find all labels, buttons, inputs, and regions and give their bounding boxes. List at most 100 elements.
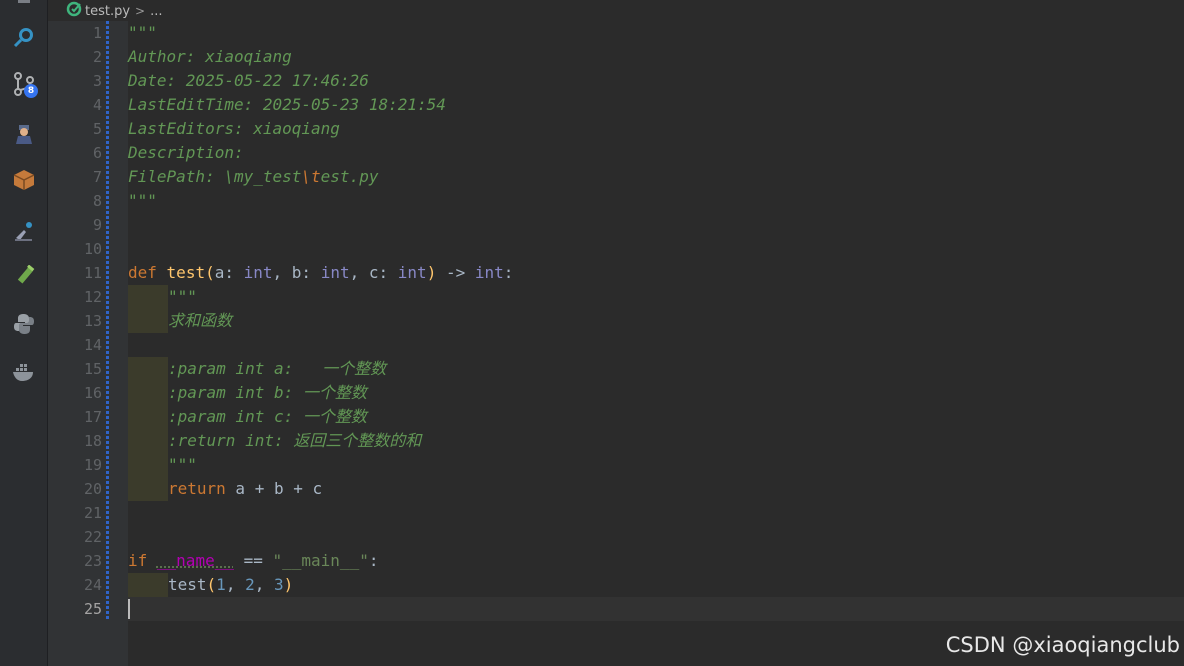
line-number: 7 [92, 168, 102, 186]
return-type: int [474, 263, 504, 282]
code-line-3[interactable]: Date: 2025-05-22 17:46:26 [128, 69, 369, 93]
vcs-change-marker[interactable] [106, 21, 109, 621]
paren-open: ( [206, 575, 217, 594]
function-name: test [166, 263, 206, 282]
paren-open: ( [205, 263, 215, 282]
arg-number: 3 [273, 575, 284, 594]
editor-tab-bar [48, 0, 1184, 21]
docstring-quote: """ [168, 287, 197, 306]
indent-guide [128, 429, 168, 453]
doc-filepath-escape: \t [301, 167, 321, 186]
doc-summary: 求和函数 [168, 311, 233, 330]
indent-guide [128, 453, 168, 477]
file-status-icon [66, 1, 82, 21]
comma: , [225, 575, 246, 594]
code-line-12[interactable]: """ [168, 285, 197, 309]
indent-guide [128, 357, 168, 381]
param-b: , b: [272, 263, 321, 282]
code-line-4[interactable]: LastEditTime: 2025-05-23 18:21:54 [128, 93, 446, 117]
top-partial-icon[interactable] [12, 0, 36, 4]
indent-guide [128, 381, 168, 405]
activity-bar: 8 [0, 0, 48, 666]
user-icon[interactable] [12, 122, 36, 146]
git-changes-badge: 8 [24, 84, 38, 98]
doc-last-editors: LastEditors: xiaoqiang [128, 119, 340, 138]
code-line-1[interactable]: """ [128, 21, 157, 45]
doc-param-b: :param int b: 一个整数 [168, 383, 367, 402]
line-number: 23 [83, 552, 102, 570]
param-a: a: [214, 263, 244, 282]
code-line-2[interactable]: Author: xiaoqiang [128, 45, 292, 69]
package-icon[interactable] [12, 168, 36, 192]
paren-close: ) [426, 263, 437, 282]
code-line-11[interactable]: def test(a: int, b: int, c: int) -> int: [128, 261, 513, 285]
line-number: 4 [92, 96, 102, 114]
code-line-17[interactable]: :param int c: 一个整数 [168, 405, 367, 429]
line-number: 21 [83, 504, 102, 522]
line-number: 13 [83, 312, 102, 330]
doc-return: :return int: 返回三个整数的和 [168, 431, 422, 450]
doc-description: Description: [128, 143, 244, 162]
keyword-if: if [128, 551, 148, 570]
line-number: 22 [83, 528, 102, 546]
code-line-5[interactable]: LastEditors: xiaoqiang [128, 117, 340, 141]
code-line-7[interactable]: FilePath: \my_test\test.py [128, 165, 378, 189]
doc-author: Author: xiaoqiang [128, 47, 292, 66]
doc-filepath: FilePath: \my_test [128, 167, 302, 186]
code-line-6[interactable]: Description: [128, 141, 244, 165]
param-c: , c: [349, 263, 398, 282]
python-icon[interactable] [12, 312, 36, 336]
code-line-8[interactable]: """ [128, 189, 157, 213]
breadcrumb-file[interactable]: test.py [85, 4, 130, 19]
colon: : [368, 551, 379, 570]
line-number: 15 [83, 360, 102, 378]
return-expression: a + b + c [225, 479, 323, 498]
keyword-return: return [168, 479, 226, 498]
line-number: 16 [83, 384, 102, 402]
dunder-name: __name__ [156, 551, 234, 570]
line-number-current: 25 [83, 600, 102, 618]
doc-param-c: :param int c: 一个整数 [168, 407, 367, 426]
type-int: int [320, 263, 350, 282]
doc-filepath-rest: est.py [320, 167, 379, 186]
line-number: 6 [92, 144, 102, 162]
deploy-icon[interactable] [12, 218, 36, 242]
code-line-20[interactable]: return a + b + c [168, 477, 322, 501]
text-caret [128, 599, 130, 619]
code-line-23[interactable]: if __name__ == "__main__": [128, 549, 378, 573]
docstring-quote: """ [128, 191, 157, 210]
doc-date: Date: 2025-05-22 17:46:26 [128, 71, 369, 90]
line-number: 1 [92, 24, 102, 42]
indent-guide [128, 309, 168, 333]
line-number: 12 [83, 288, 102, 306]
line-number: 3 [92, 72, 102, 90]
code-line-18[interactable]: :return int: 返回三个整数的和 [168, 429, 421, 453]
docker-icon[interactable] [12, 360, 36, 384]
string-main: "__main__" [272, 551, 369, 570]
return-arrow: -> [436, 263, 475, 282]
code-line-13[interactable]: 求和函数 [168, 309, 232, 333]
colon: : [503, 263, 514, 282]
line-number: 8 [92, 192, 102, 210]
line-number: 10 [83, 240, 102, 258]
doc-last-edit-time: LastEditTime: 2025-05-23 18:21:54 [128, 95, 446, 114]
type-int: int [243, 263, 273, 282]
breadcrumb-ellipsis[interactable]: ... [150, 4, 162, 19]
indent-guide [128, 285, 168, 309]
line-number: 5 [92, 120, 102, 138]
current-line-highlight [128, 597, 1184, 621]
code-line-15[interactable]: :param int a: 一个整数 [168, 357, 386, 381]
breadcrumb[interactable]: test.py > ... [66, 1, 163, 21]
comma: , [254, 575, 274, 594]
operator-eq: == [233, 551, 273, 570]
code-line-16[interactable]: :param int b: 一个整数 [168, 381, 367, 405]
type-int: int [397, 263, 427, 282]
line-number: 17 [83, 408, 102, 426]
test-icon[interactable] [12, 265, 36, 289]
docstring-quote: """ [168, 455, 197, 474]
search-icon[interactable] [12, 25, 36, 49]
code-line-24[interactable]: test(1, 2, 3) [168, 573, 293, 597]
indent-guide [128, 405, 168, 429]
code-line-19[interactable]: """ [168, 453, 197, 477]
line-number: 9 [92, 216, 102, 234]
